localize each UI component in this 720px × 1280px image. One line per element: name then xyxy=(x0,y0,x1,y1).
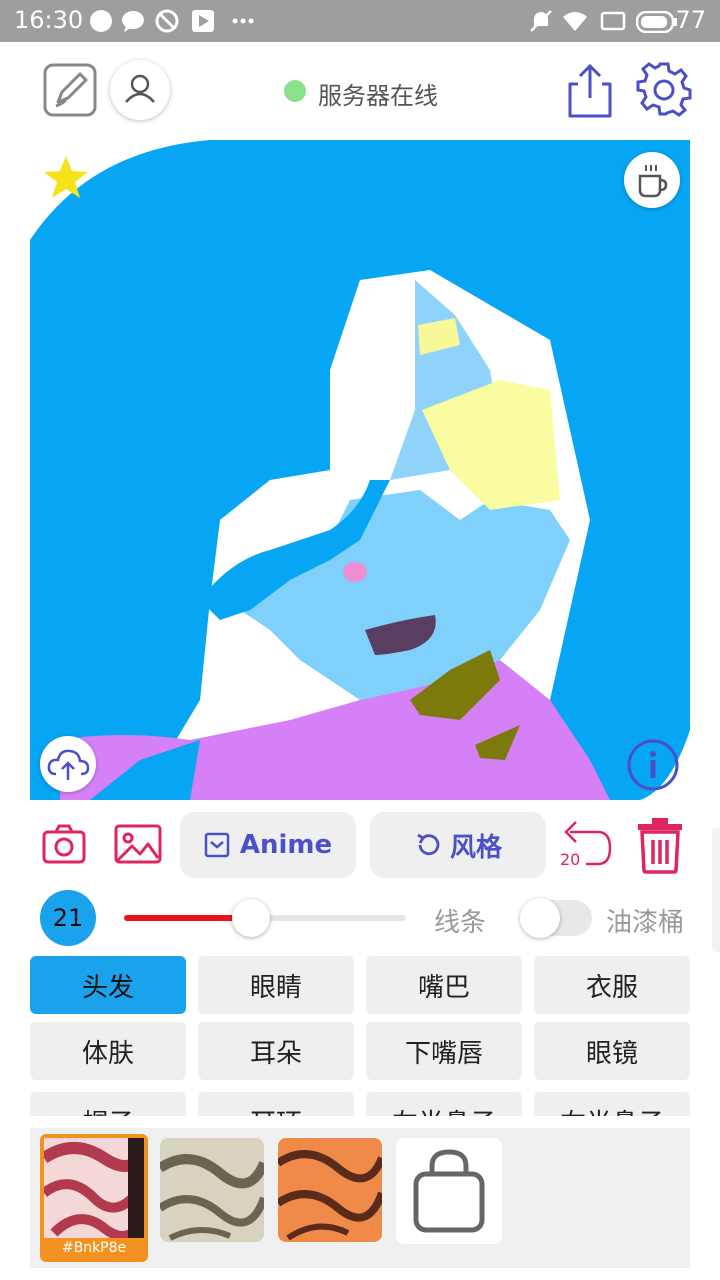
server-status-text: 服务器在线 xyxy=(318,82,438,110)
user-profile-button[interactable] xyxy=(110,60,170,120)
part-button[interactable]: 左半鼻子 xyxy=(366,1092,522,1116)
gallery-button[interactable] xyxy=(112,820,164,868)
cloud-upload-icon xyxy=(47,749,90,780)
part-button[interactable]: 下嘴唇 xyxy=(366,1022,522,1080)
parts-grid: 头发 眼睛 嘴巴 衣服 体肤 耳朵 下嘴唇 眼镜 帽子 耳环 左半鼻子 右半鼻子 xyxy=(30,956,690,1116)
info-button[interactable] xyxy=(626,738,680,792)
texture-swatch[interactable] xyxy=(278,1138,382,1242)
server-status-dot xyxy=(284,80,306,102)
mute-icon xyxy=(530,10,552,32)
part-button[interactable]: 眼睛 xyxy=(198,956,354,1014)
delete-button[interactable] xyxy=(634,816,686,874)
texture-thumbnail xyxy=(160,1138,264,1242)
texture-code: #BnkP8e xyxy=(61,1240,127,1256)
drawing-canvas[interactable] xyxy=(30,140,690,800)
part-button[interactable]: 嘴巴 xyxy=(366,956,522,1014)
share-icon xyxy=(568,63,612,118)
side-drawer-handle[interactable] xyxy=(712,828,720,952)
checkbox-icon xyxy=(204,832,230,858)
sketch-mode-button[interactable] xyxy=(42,62,98,118)
texture-thumbnail xyxy=(44,1138,144,1238)
status-time: 16:30 xyxy=(14,6,84,34)
upload-button[interactable] xyxy=(40,736,96,792)
gear-icon xyxy=(636,62,692,117)
play-store-icon xyxy=(192,10,214,32)
texture-swatch-selected[interactable]: #BnkP8e xyxy=(40,1134,148,1262)
chat-bubble-icon xyxy=(122,11,144,32)
part-button[interactable]: 衣服 xyxy=(534,956,690,1014)
wifi-icon xyxy=(563,12,587,32)
camera-icon xyxy=(42,824,86,864)
share-button[interactable] xyxy=(564,62,616,120)
battery-icon xyxy=(636,11,677,33)
refresh-icon xyxy=(417,833,440,856)
brush-size-slider[interactable] xyxy=(124,898,406,938)
part-button[interactable]: 帽子 xyxy=(30,1092,186,1116)
texture-swatch[interactable] xyxy=(160,1138,264,1242)
user-icon xyxy=(125,74,155,103)
coffee-cup-icon xyxy=(638,165,668,198)
image-icon xyxy=(114,824,162,864)
shopping-bag-icon xyxy=(413,1149,485,1233)
sketch-pad-icon xyxy=(43,63,97,117)
battery-percent: 77 xyxy=(675,6,706,34)
shop-button[interactable] xyxy=(396,1138,502,1244)
undo-button[interactable]: 20 xyxy=(558,818,614,872)
line-label: 线条 xyxy=(434,908,487,938)
part-button[interactable]: 头发 xyxy=(30,956,186,1014)
part-button[interactable]: 眼镜 xyxy=(534,1022,690,1080)
coffee-button[interactable] xyxy=(624,152,680,208)
brush-size-badge: 21 xyxy=(40,890,96,946)
part-button[interactable]: 耳朵 xyxy=(198,1022,354,1080)
anime-sketch-image xyxy=(30,140,690,800)
part-button[interactable]: 耳环 xyxy=(198,1092,354,1116)
part-button[interactable]: 体肤 xyxy=(30,1022,186,1080)
texture-thumbnail xyxy=(278,1138,382,1242)
favorite-star-icon[interactable] xyxy=(42,154,90,200)
paint-bucket-toggle[interactable] xyxy=(520,898,592,938)
trash-icon xyxy=(638,818,682,874)
more-dots-icon xyxy=(232,18,254,24)
style-button-label: 风格 xyxy=(449,832,502,863)
chat-bubble-icon xyxy=(90,10,112,32)
anime-button-label: Anime xyxy=(239,830,333,860)
screen-icon xyxy=(600,11,626,31)
blocked-icon xyxy=(155,9,179,33)
slider-thumb[interactable] xyxy=(232,899,270,937)
part-button[interactable]: 右半鼻子 xyxy=(534,1092,690,1116)
style-button[interactable]: 风格 xyxy=(370,812,546,878)
texture-palette: #BnkP8e xyxy=(30,1128,690,1268)
paint-bucket-label: 油漆桶 xyxy=(606,908,685,938)
info-icon xyxy=(627,739,679,791)
status-bar: 16:30 77 xyxy=(0,0,720,42)
camera-button[interactable] xyxy=(40,820,88,868)
toggle-thumb xyxy=(520,898,560,938)
anime-button[interactable]: Anime xyxy=(180,812,356,878)
undo-count: 20 xyxy=(560,850,581,869)
settings-button[interactable] xyxy=(636,62,692,118)
